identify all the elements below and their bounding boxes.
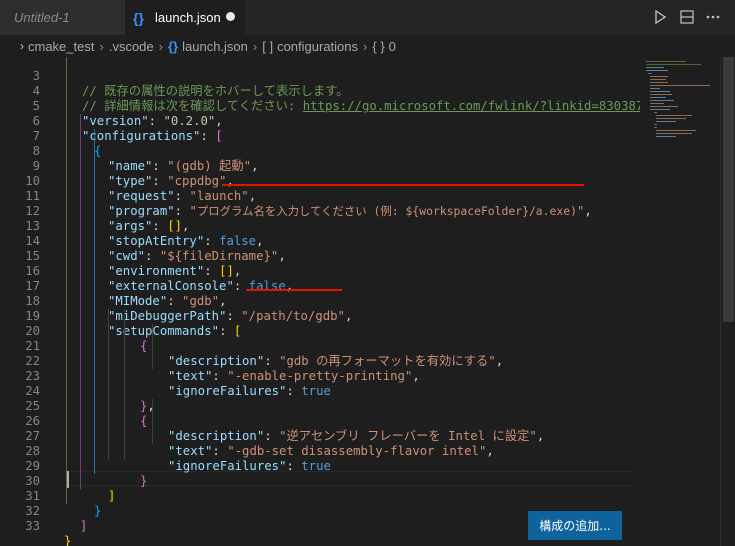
breadcrumb-folder-vscode[interactable]: .vscode: [109, 39, 154, 54]
code-line: 12 "args": [],: [0, 189, 640, 233]
red-annotation-underline: [246, 289, 342, 291]
code-line: 24 },: [0, 369, 640, 413]
chevron-right-icon: ›: [99, 38, 104, 54]
tab-label: Untitled-1: [14, 10, 70, 25]
breadcrumb-folder-cmake-test[interactable]: › cmake_test: [20, 39, 94, 54]
unsaved-changes-dot-icon[interactable]: [226, 12, 235, 21]
breadcrumb-symbol-0[interactable]: { } 0: [372, 39, 396, 54]
code-line: 18 "miDebuggerPath": "/path/to/gdb",: [0, 279, 640, 323]
code-line: 14 "cwd": "${fileDirname}",: [0, 219, 640, 263]
breadcrumb-symbol-configurations[interactable]: [ ] configurations: [262, 39, 358, 54]
code-line: 20 {: [0, 309, 640, 353]
minimap[interactable]: [640, 57, 720, 546]
object-symbol-icon: { }: [372, 38, 385, 54]
tab-label: launch.json: [155, 10, 221, 25]
code-line: 4 // 詳細情報は次を確認してください: https://go.microso…: [0, 69, 640, 113]
code-line: 23 "ignoreFailures": true: [0, 354, 640, 398]
breadcrumb-label: launch.json: [182, 38, 248, 54]
code-line: 8 "name": "(gdb) 起動",: [0, 129, 640, 173]
code-line: 3 // 既存の属性の説明をホバーして表示します。: [0, 57, 640, 98]
scrollbar-thumb[interactable]: [723, 57, 734, 322]
code-line: 25 {: [0, 384, 640, 428]
breadcrumb-label: cmake_test: [28, 38, 95, 54]
code-line: 30 ]: [0, 459, 640, 503]
code-editor[interactable]: 3 // 既存の属性の説明をホバーして表示します。 4 // 詳細情報は次を確認…: [0, 57, 640, 546]
code-line: 17 "MIMode": "gdb",: [0, 264, 640, 308]
text-cursor: [67, 471, 69, 488]
code-line: 6 "configurations": [: [0, 99, 640, 143]
code-line: 32 ]: [0, 489, 640, 533]
code-line: 16 "externalConsole": false,: [0, 249, 640, 293]
code-line: 19 "setupCommands": [: [0, 294, 640, 338]
chevron-right-icon: ›: [158, 38, 163, 54]
breadcrumb-label: configurations: [277, 38, 359, 54]
run-icon[interactable]: [652, 9, 668, 25]
json-braces-icon: {}: [167, 38, 179, 54]
add-configuration-button[interactable]: 構成の追加...: [528, 511, 622, 540]
chevron-right-icon: ›: [252, 38, 258, 54]
code-line: 21 "description": "gdb の再フォーマットを有効にする",: [0, 324, 640, 368]
indent-guide: [66, 57, 67, 504]
breadcrumb-file[interactable]: {} launch.json: [168, 39, 248, 54]
chevron-right-icon: ›: [363, 38, 368, 54]
tab-launch-json[interactable]: {} launch.json: [125, 0, 245, 35]
code-line: 10 "request": "launch",: [0, 159, 640, 203]
red-annotation-underline: [222, 184, 584, 186]
indent-guide: [108, 309, 109, 459]
code-line: 9 "type": "cppdbg",: [0, 144, 640, 188]
vertical-scrollbar[interactable]: [720, 57, 735, 546]
breadcrumb-label: 0: [388, 38, 396, 54]
code-line: 29 }: [0, 444, 640, 488]
code-line: 27 "text": "-gdb-set disassembly-flavor …: [0, 414, 640, 458]
tab-untitled-1[interactable]: Untitled-1: [0, 0, 125, 35]
split-editor-icon[interactable]: [679, 9, 695, 25]
code-line: 28 "ignoreFailures": true: [0, 429, 640, 473]
indent-guide: [94, 129, 95, 474]
indent-guide: [124, 309, 125, 459]
code-line: 7 {: [0, 114, 640, 158]
line-content: ]: [80, 519, 88, 533]
indent-guide: [152, 324, 153, 369]
breadcrumb: › cmake_test › .vscode › {} launch.json › …: [0, 35, 735, 57]
json-braces-icon: {}: [133, 9, 144, 26]
line-number: 33: [25, 519, 40, 533]
line-content: }: [64, 534, 72, 546]
indent-guide: [152, 399, 153, 444]
indent-guide: [80, 114, 81, 489]
breadcrumb-label: .vscode: [108, 38, 154, 54]
code-line: 13 "stopAtEntry": false,: [0, 204, 640, 248]
more-actions-icon[interactable]: [705, 9, 721, 25]
array-symbol-icon: [ ]: [262, 38, 274, 54]
tab-bar: Untitled-1 {} launch.json: [0, 0, 735, 35]
code-line: 26 "description": "逆アセンブリ フレーバーを Intel に…: [0, 399, 640, 443]
code-line: 5 "version": "0.2.0",: [0, 84, 640, 128]
folder-icon: ›: [20, 39, 24, 53]
code-line: 22 "text": "-enable-pretty-printing",: [0, 339, 640, 383]
code-line: 15 "environment": [],: [0, 234, 640, 278]
code-line: 11 "program": "プログラム名を入力してください (例: ${wor…: [0, 174, 640, 218]
code-line: 31 }: [0, 474, 640, 518]
